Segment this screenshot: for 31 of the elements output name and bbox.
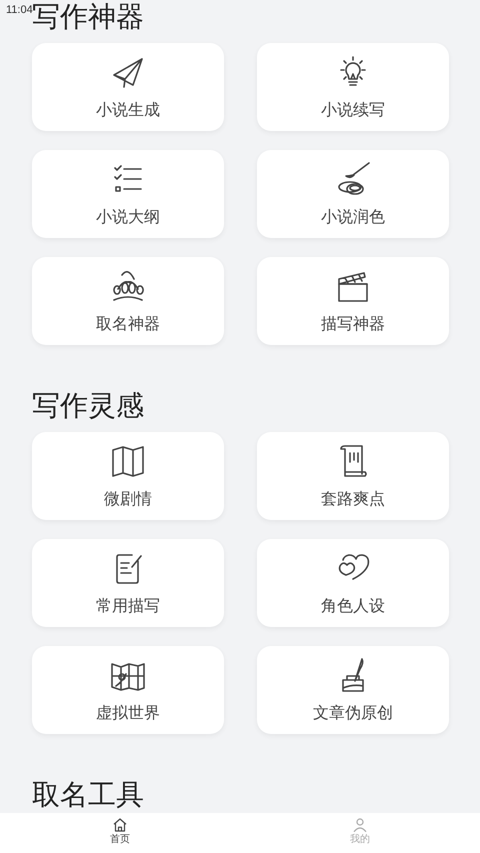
section-title: 写作灵感 bbox=[32, 389, 145, 423]
tool-card[interactable]: 小说润色 bbox=[257, 150, 449, 238]
tool-card[interactable]: 取名神器 bbox=[32, 257, 224, 345]
tool-card[interactable]: 套路爽点 bbox=[257, 432, 449, 520]
tool-card[interactable]: 虚拟世界 bbox=[32, 646, 224, 734]
tool-card[interactable]: 小说生成 bbox=[32, 43, 224, 131]
tool-label: 微剧情 bbox=[104, 489, 152, 509]
person-icon bbox=[351, 816, 369, 834]
tool-label: 文章伪原创 bbox=[313, 703, 393, 723]
tool-card[interactable]: 常用描写 bbox=[32, 539, 224, 627]
tool-label: 角色人设 bbox=[321, 596, 385, 616]
section-title: 写作神器 bbox=[32, 0, 145, 34]
tool-label: 小说续写 bbox=[321, 100, 385, 120]
tool-label: 小说润色 bbox=[321, 207, 385, 227]
tool-label: 虚拟世界 bbox=[96, 703, 160, 723]
tool-card[interactable]: 小说大纲 bbox=[32, 150, 224, 238]
tool-label: 小说生成 bbox=[96, 100, 160, 120]
status-time: 11:04 bbox=[6, 4, 33, 16]
tool-label: 描写神器 bbox=[321, 314, 385, 334]
tool-label: 套路爽点 bbox=[321, 489, 385, 509]
tool-card[interactable]: 文章伪原创 bbox=[257, 646, 449, 734]
tool-card[interactable]: 小说续写 bbox=[257, 43, 449, 131]
tool-label: 常用描写 bbox=[96, 596, 160, 616]
tool-card[interactable]: 微剧情 bbox=[32, 432, 224, 520]
nav-tab[interactable]: 首页 bbox=[0, 813, 240, 853]
tool-label: 取名神器 bbox=[96, 314, 160, 334]
tool-label: 小说大纲 bbox=[96, 207, 160, 227]
section-title: 取名工具 bbox=[32, 778, 145, 812]
tool-card[interactable]: 描写神器 bbox=[257, 257, 449, 345]
home-icon bbox=[111, 816, 129, 834]
tool-card[interactable]: 角色人设 bbox=[257, 539, 449, 627]
